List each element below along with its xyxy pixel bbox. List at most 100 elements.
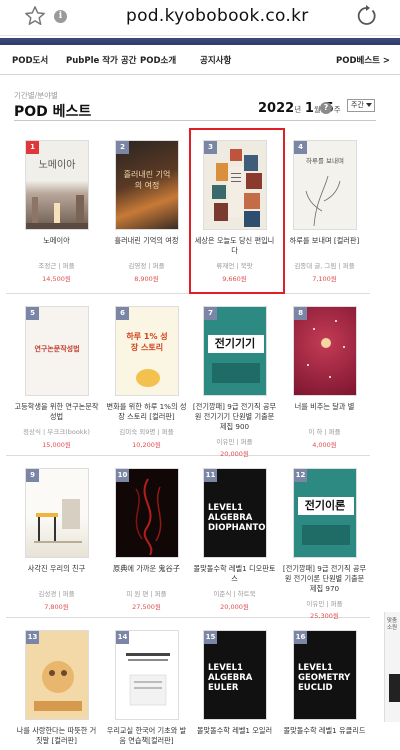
book-price: 25,300원 — [310, 612, 339, 620]
nav-notice[interactable]: 공지사항 — [200, 54, 231, 66]
book-card[interactable]: 8 너를 비추는 달과 별 이 하 | 퍼플 4,000원 — [282, 306, 367, 456]
rank-badge: 16 — [294, 631, 307, 644]
book-title[interactable]: [전기깡패] 9급 전기직 공무원 전기이론 단원별 기출문제집 970 — [282, 564, 367, 594]
rank-badge: 14 — [116, 631, 129, 644]
book-row: 9 사각진 우리의 친구 김성경 | 퍼플 7,800원 10 原典에 가까운 … — [6, 458, 370, 620]
book-card[interactable]: 11 LEVEL1 ALGEBRA DIOPHANTOS 몰맞돌수학 레벨1 디… — [192, 468, 277, 618]
cover-title: 하루를 보내며 — [306, 157, 344, 165]
book-card[interactable]: 6 하루 1% 성장 스토리 변화를 위한 하루 1%의 성장 스토리 [컬러판… — [104, 306, 189, 456]
book-cover[interactable]: 4 하루를 보내며 — [293, 140, 357, 230]
url-text[interactable]: pod.kyobobook.co.kr — [126, 6, 309, 26]
book-title[interactable]: 흘러내린 기억의 여정 — [104, 236, 189, 246]
book-cover[interactable]: 10 — [115, 468, 179, 558]
book-card[interactable]: 12 전기이론 [전기깡패] 9급 전기직 공무원 전기이론 단원별 기출문제집… — [282, 468, 367, 620]
book-card[interactable]: 16 LEVEL1 GEOMETRY EUCLID 몰맞돌수학 레벨1 유클리드 — [282, 630, 367, 750]
book-card[interactable]: 1 노메이아 노메이아 조정근 | 퍼플 14,500원 — [14, 140, 99, 290]
bookmark-star-icon[interactable] — [24, 5, 46, 27]
book-title[interactable]: 나를 사랑한다는 따뜻한 거짓말 [컬러판] — [14, 726, 99, 746]
cover-title: LEVEL1 ALGEBRA DIOPHANTOS — [208, 503, 267, 533]
book-price: 15,000원 — [42, 441, 71, 449]
book-title[interactable]: 우리교실 한국어 기초와 발음 연습책[컬러판] — [104, 726, 189, 746]
book-title[interactable]: 하루를 보내며 [컬러판] — [282, 236, 367, 246]
book-title[interactable]: [전기깡패] 9급 전기직 공무원 전기기기 단원별 기출문제집 900 — [192, 402, 277, 432]
breadcrumb: 기간별/분야별 — [14, 91, 58, 100]
rank-badge: 15 — [204, 631, 217, 644]
book-price: 20,000원 — [220, 603, 249, 611]
rank-badge: 11 — [204, 469, 217, 482]
help-icon[interactable]: ? — [320, 102, 332, 114]
cover-title: LEVEL1 GEOMETRY EUCLID — [298, 663, 351, 693]
book-row: 5 연구논문작성법 고등학생을 위한 연구논문작성법 정상식 | 부크크(boo… — [6, 296, 370, 458]
book-card[interactable]: 10 原典에 가까운 鬼谷子 피 원 편 | 퍼플 27,500원 — [104, 468, 189, 618]
date-week-unit: 주 — [333, 105, 341, 114]
book-price: 10,200원 — [132, 441, 161, 449]
book-author: 조정근 | 퍼플 — [38, 262, 75, 270]
page-title: POD 베스트 — [14, 104, 92, 120]
nav-pod-intro[interactable]: POD소개 — [140, 54, 176, 66]
book-price: 14,500원 — [42, 275, 71, 283]
book-card[interactable]: 2 흘러내린 기억의 여정 흘러내린 기억의 여정 김영정 | 퍼플 8,900… — [104, 140, 189, 290]
book-price: 7,100원 — [312, 275, 337, 283]
book-cover[interactable]: 15 LEVEL1 ALGEBRA EULER — [203, 630, 267, 720]
book-card[interactable]: 9 사각진 우리의 친구 김성경 | 퍼플 7,800원 — [14, 468, 99, 618]
book-title[interactable]: 변화를 위한 하루 1%의 성장 스토리 [컬러판] — [104, 402, 189, 422]
date-year: 2022 — [258, 101, 295, 116]
book-cover[interactable]: 11 LEVEL1 ALGEBRA DIOPHANTOS — [203, 468, 267, 558]
period-select-value: 주간 — [351, 101, 364, 109]
book-card[interactable]: 13 나를 사랑한다는 따뜻한 거짓말 [컬러판] — [14, 630, 99, 750]
book-title[interactable]: 몰맞돌수학 레벨1 오일러 — [192, 726, 277, 736]
site-info-icon[interactable]: i — [54, 10, 67, 23]
date-month: 1 — [304, 101, 314, 116]
book-card[interactable]: 7 전기기기 [전기깡패] 9급 전기직 공무원 전기기기 단원별 기출문제집 … — [192, 306, 277, 458]
book-cover[interactable]: 2 흘러내린 기억의 여정 — [115, 140, 179, 230]
rank-badge: 2 — [116, 141, 129, 154]
book-card[interactable]: 4 하루를 보내며 하루를 보내며 [컬러판] 김종대 글, 그림 | 퍼플 7… — [282, 140, 367, 290]
book-price: 27,500원 — [132, 603, 161, 611]
book-card[interactable]: 15 LEVEL1 ALGEBRA EULER 몰맞돌수학 레벨1 오일러 — [192, 630, 277, 750]
book-cover[interactable]: 12 전기이론 — [293, 468, 357, 558]
rank-badge: 6 — [116, 307, 129, 320]
rank-badge: 1 — [26, 141, 39, 154]
book-cover[interactable]: 5 연구논문작성법 — [25, 306, 89, 396]
rank-badge: 4 — [294, 141, 307, 154]
rank-badge: 13 — [26, 631, 39, 644]
book-cover[interactable]: 8 — [293, 306, 357, 396]
book-cover[interactable]: 6 하루 1% 성장 스토리 — [115, 306, 179, 396]
book-cover[interactable]: 1 노메이아 — [25, 140, 89, 230]
nav-pubple[interactable]: PubPle 작가 공간 — [66, 54, 136, 66]
book-cover[interactable]: 7 전기기기 — [203, 306, 267, 396]
book-title[interactable]: 노메이아 — [14, 236, 99, 246]
book-cover[interactable]: 13 — [25, 630, 89, 720]
chevron-down-icon — [366, 103, 372, 107]
cover-title: 전기기기 — [214, 337, 256, 350]
book-author: 이 하 | 퍼플 — [308, 428, 341, 436]
cover-art — [307, 320, 345, 378]
cover-art — [34, 499, 82, 543]
nav-pod-best[interactable]: POD베스트 > — [336, 54, 390, 66]
book-author: 피 원 편 | 퍼플 — [126, 590, 167, 598]
book-author: 김성경 | 퍼플 — [38, 590, 75, 598]
book-cover[interactable]: 16 LEVEL1 GEOMETRY EUCLID — [293, 630, 357, 720]
book-author: 김종대 글, 그림 | 퍼플 — [294, 262, 355, 270]
cover-art — [212, 363, 260, 383]
book-title[interactable]: 고등학생을 위한 연구논문작성법 — [14, 402, 99, 422]
reload-icon[interactable] — [354, 4, 378, 28]
book-card[interactable]: 14 우리교실 한국어 기초와 발음 연습책[컬러판] — [104, 630, 189, 750]
side-widget-label: 맞춤 소원 — [387, 618, 398, 631]
header-band — [0, 38, 400, 45]
period-select[interactable]: 주간 — [347, 99, 375, 112]
cover-title: LEVEL1 ALGEBRA EULER — [208, 663, 253, 693]
book-cover[interactable]: 9 — [25, 468, 89, 558]
book-title[interactable]: 사각진 우리의 친구 — [14, 564, 99, 574]
book-title[interactable]: 너를 비추는 달과 별 — [282, 402, 367, 412]
book-title[interactable]: 原典에 가까운 鬼谷子 — [104, 564, 189, 574]
book-cover[interactable]: 14 — [115, 630, 179, 720]
floating-side-widget[interactable]: 맞춤 소원 — [384, 612, 400, 722]
side-widget-thumbnail[interactable] — [389, 674, 400, 702]
book-title[interactable]: 몰맞돌수학 레벨1 디오판토스 — [192, 564, 277, 584]
book-card[interactable]: 5 연구논문작성법 고등학생을 위한 연구논문작성법 정상식 | 부크크(boo… — [14, 306, 99, 456]
cover-title: 흘러내린 기억의 여정 — [123, 170, 171, 190]
nav-pod-books[interactable]: POD도서 — [12, 54, 48, 66]
book-title[interactable]: 몰맞돌수학 레벨1 유클리드 — [282, 726, 367, 736]
cover-art — [34, 661, 82, 711]
